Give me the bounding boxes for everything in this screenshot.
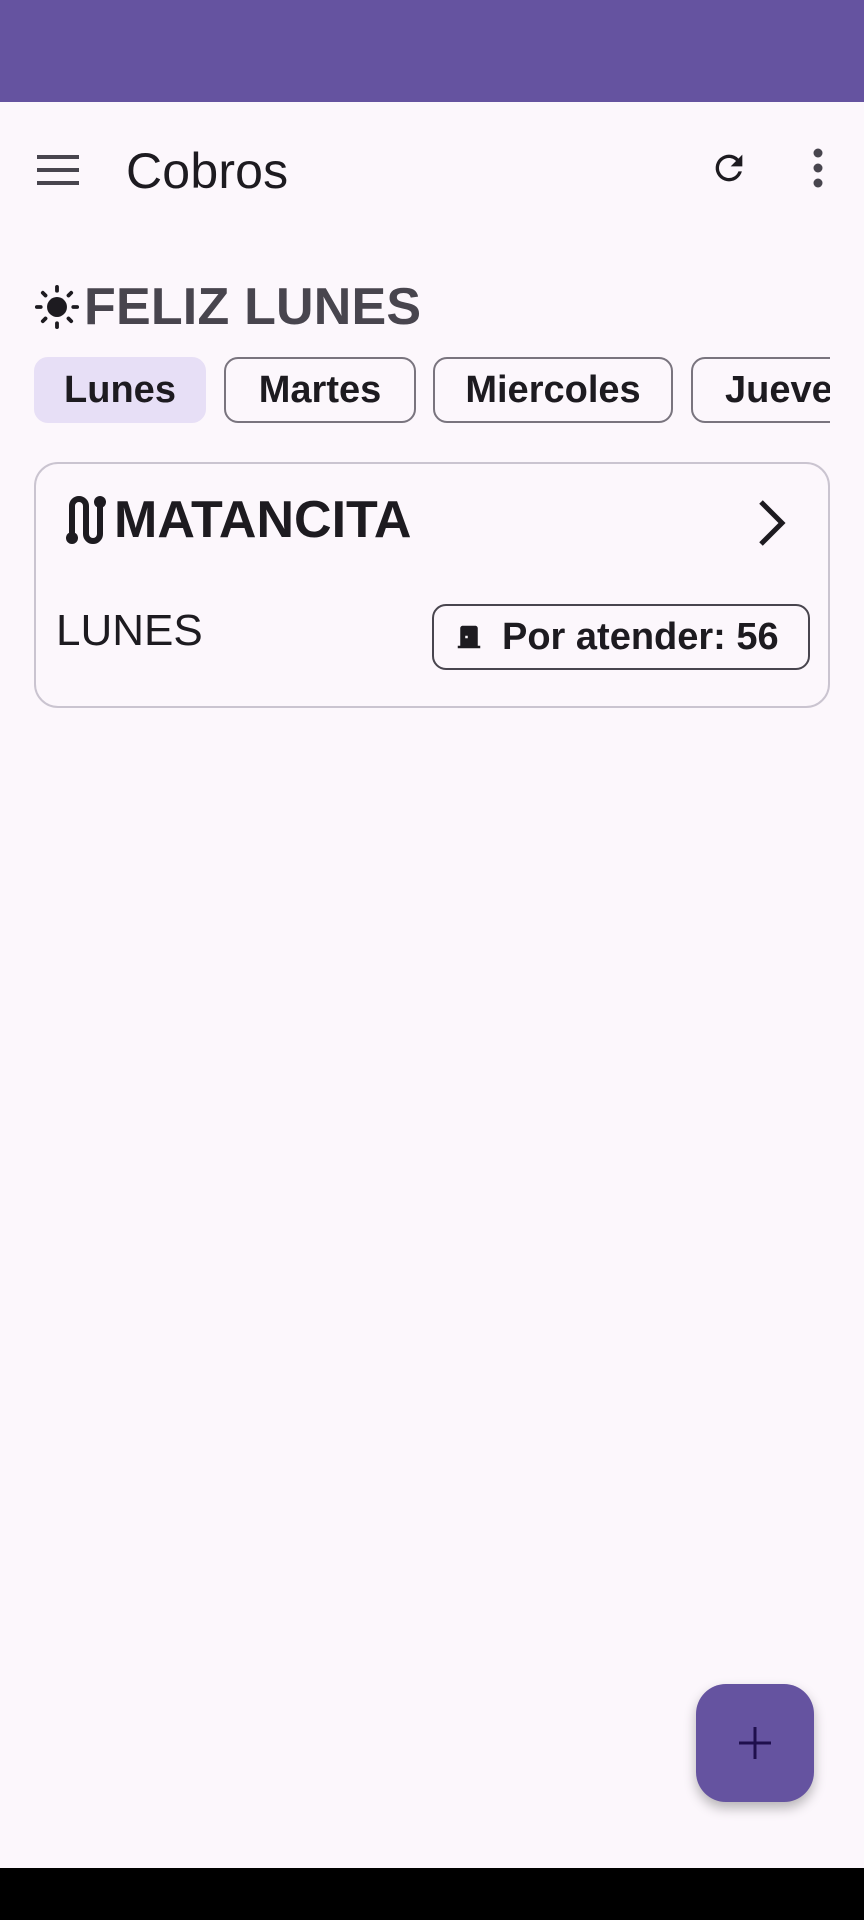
system-navigation-bar <box>0 1868 864 1920</box>
route-header: MATANCITA <box>62 484 411 556</box>
top-app-bar: Cobros <box>0 102 864 242</box>
day-chip-jueves[interactable]: Jueves <box>691 357 830 423</box>
add-fab[interactable] <box>696 1684 814 1802</box>
add-icon <box>739 1727 771 1759</box>
greeting-text: FELIZ LUNES <box>84 278 422 336</box>
pending-count-chip[interactable]: Por atender: 56 <box>432 604 810 670</box>
refresh-button[interactable] <box>693 132 765 204</box>
pending-count-label: Por atender: 56 <box>502 615 779 658</box>
more-options-button[interactable] <box>782 132 854 204</box>
menu-button[interactable] <box>22 134 94 206</box>
chevron-right-icon[interactable] <box>756 498 786 548</box>
route-card[interactable]: MATANCITA LUNES Por atender: 56 <box>34 462 830 708</box>
day-filter-chips: Lunes Martes Miercoles Jueves <box>34 357 830 423</box>
app-title: Cobros <box>126 143 289 199</box>
more-vert-icon <box>813 148 823 188</box>
route-day: LUNES <box>56 606 203 655</box>
menu-icon <box>37 155 79 185</box>
door-icon <box>457 625 481 649</box>
status-bar <box>0 0 864 102</box>
day-chip-martes[interactable]: Martes <box>224 357 416 423</box>
day-chip-miercoles[interactable]: Miercoles <box>433 357 673 423</box>
day-chip-lunes[interactable]: Lunes <box>34 357 206 423</box>
route-name: MATANCITA <box>114 491 412 549</box>
sun-icon <box>34 284 80 330</box>
refresh-icon <box>715 154 743 182</box>
greeting: FELIZ LUNES <box>34 272 421 342</box>
route-icon <box>66 496 106 544</box>
